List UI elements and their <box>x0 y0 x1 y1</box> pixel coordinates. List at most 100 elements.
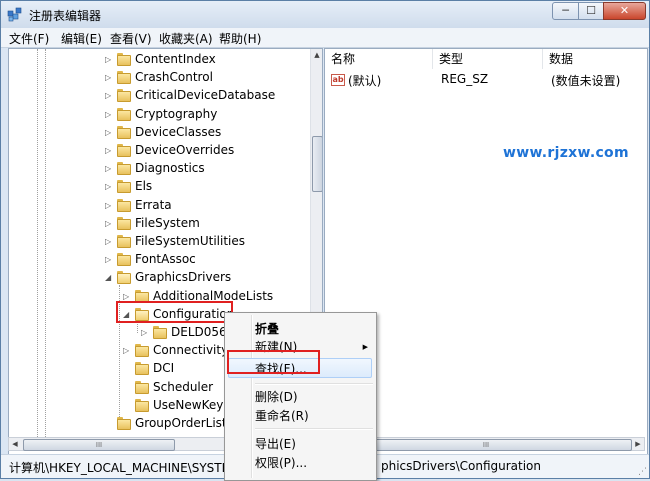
tree-item-label: DeviceOverrides <box>135 143 235 157</box>
menu-delete[interactable]: 删除(D) <box>255 388 298 405</box>
menu-separator <box>255 428 373 430</box>
expanded-arrow-icon[interactable]: ◢ <box>105 273 113 282</box>
value-name[interactable]: (默认) <box>348 72 381 89</box>
folder-icon <box>117 417 131 430</box>
expand-arrow-icon[interactable]: ▷ <box>105 55 113 64</box>
expand-arrow-icon[interactable]: ▷ <box>105 237 113 246</box>
tree-item-label: Els <box>135 179 153 194</box>
close-icon: ✕ <box>619 4 630 17</box>
menu-rename[interactable]: 重命名(R) <box>255 407 309 424</box>
tree-item[interactable]: ▷ Els <box>9 178 309 196</box>
tree-item-label: DCI <box>153 361 175 376</box>
folder-icon <box>117 125 131 139</box>
scroll-left-arrow-icon[interactable]: ◀ <box>9 438 21 450</box>
tree-item[interactable]: ▷ CrashControl <box>9 69 309 87</box>
scroll-up-arrow-icon[interactable]: ▲ <box>311 49 322 61</box>
menu-file[interactable]: 文件(F) <box>9 30 49 47</box>
expand-arrow-icon[interactable]: ▷ <box>105 255 113 264</box>
hscroll-thumb[interactable]: III <box>340 439 632 451</box>
menu-export[interactable]: 导出(E) <box>255 435 296 452</box>
folder-icon <box>135 398 149 412</box>
folder-icon <box>117 235 131 248</box>
menu-permissions[interactable]: 权限(P)... <box>255 454 307 471</box>
expand-arrow-icon[interactable]: ▷ <box>105 110 113 119</box>
tree-item-label: Scheduler <box>153 379 214 394</box>
scroll-right-arrow-icon[interactable]: ▶ <box>632 438 644 450</box>
menu-help[interactable]: 帮助(H) <box>219 30 261 47</box>
expand-arrow-icon[interactable]: ▷ <box>105 146 113 155</box>
scroll-thumb[interactable] <box>312 136 322 192</box>
menu-separator <box>255 383 373 385</box>
tree-item-label: FileSystem <box>135 215 200 230</box>
tree-item-label: UseNewKey <box>153 397 224 412</box>
tree-item[interactable]: ◢ GraphicsDrivers <box>9 269 309 287</box>
maximize-button[interactable]: ☐ <box>578 2 604 20</box>
highlight-find <box>227 350 320 374</box>
menu-favorites[interactable]: 收藏夹(A) <box>159 30 213 47</box>
folder-icon <box>117 144 131 157</box>
resize-grip-icon[interactable]: ⋰ <box>638 467 647 477</box>
folder-icon <box>135 344 149 358</box>
menu-collapse[interactable]: 折叠 <box>255 320 279 337</box>
highlight-configuration <box>116 301 233 323</box>
expand-arrow-icon[interactable]: ▷ <box>105 164 113 173</box>
column-header-type[interactable]: 类型 <box>433 49 543 69</box>
folder-icon <box>117 216 131 230</box>
folder-icon <box>117 253 131 267</box>
expand-arrow-icon[interactable]: ▷ <box>105 128 113 137</box>
tree-item-label: FileSystemUtilities <box>135 234 245 248</box>
tree-item-label: CrashControl <box>135 70 213 85</box>
column-header-name[interactable]: 名称 <box>325 49 433 69</box>
tree-item[interactable]: ▷ FileSystemUtilities <box>9 233 309 251</box>
folder-icon <box>135 362 149 376</box>
folder-icon <box>135 380 149 394</box>
expand-arrow-icon[interactable]: ▷ <box>141 328 149 337</box>
menu-edit[interactable]: 编辑(E) <box>61 30 102 47</box>
string-value-icon: ab <box>331 74 345 86</box>
menu-view[interactable]: 查看(V) <box>110 30 152 47</box>
tree-item-label: GroupOrderList <box>135 416 227 430</box>
window-title: 注册表编辑器 <box>29 9 102 23</box>
expand-arrow-icon[interactable]: ▷ <box>123 292 131 301</box>
expand-arrow-icon[interactable]: ▷ <box>105 91 113 100</box>
site-watermark: www.rjzxw.com <box>503 145 629 161</box>
folder-icon <box>117 162 131 176</box>
menu-bar: 文件(F) 编辑(E) 查看(V) 收藏夹(A) 帮助(H) <box>1 28 649 48</box>
folder-icon <box>117 198 131 212</box>
tree-item-label: CriticalDeviceDatabase <box>135 88 276 103</box>
hscroll-thumb[interactable]: III <box>23 439 175 451</box>
folder-icon <box>117 271 131 285</box>
tree-item-label: Connectivity <box>153 343 229 358</box>
minimize-icon: ─ <box>562 4 569 17</box>
tree-item-label: FontAssoc <box>135 252 196 267</box>
status-path: 计算机\HKEY_LOCAL_MACHINE\SYSTEM\ <box>9 461 244 475</box>
tree-item[interactable]: ▷ Errata <box>9 197 309 215</box>
maximize-icon: ☐ <box>586 4 596 17</box>
title-bar: 注册表编辑器 ─ ☐ ✕ <box>1 1 649 28</box>
column-header-data[interactable]: 数据 <box>543 49 647 69</box>
expand-arrow-icon[interactable]: ▷ <box>105 219 113 228</box>
expand-arrow-icon[interactable]: ▷ <box>105 73 113 82</box>
tree-item[interactable]: ▷ FileSystem <box>9 215 309 233</box>
tree-item[interactable]: ▷ FontAssoc <box>9 251 309 269</box>
folder-icon <box>117 89 131 103</box>
tree-item[interactable]: ▷ Cryptography <box>9 106 309 124</box>
close-button[interactable]: ✕ <box>603 2 646 20</box>
folder-icon <box>117 180 131 194</box>
tree-item-label: GraphicsDrivers <box>135 270 232 285</box>
tree-item[interactable]: ▷ CriticalDeviceDatabase <box>9 87 309 105</box>
tree-item-label: Errata <box>135 197 172 212</box>
expand-arrow-icon[interactable]: ▷ <box>105 182 113 191</box>
tree-item-label: ContentIndex <box>135 52 216 66</box>
expand-arrow-icon[interactable]: ▷ <box>123 346 131 355</box>
status-path-tail: phicsDrivers\Configuration <box>381 459 542 473</box>
tree-item[interactable]: ▷ DeviceOverrides <box>9 142 309 160</box>
tree-item[interactable]: ▷ Diagnostics <box>9 160 309 178</box>
minimize-button[interactable]: ─ <box>552 2 579 20</box>
tree-item[interactable]: ▷ ContentIndex <box>9 51 309 69</box>
folder-icon <box>117 71 131 85</box>
expand-arrow-icon[interactable]: ▷ <box>105 201 113 210</box>
value-type: REG_SZ <box>441 72 489 86</box>
tree-item-label: Cryptography <box>135 106 218 121</box>
tree-item[interactable]: ▷ DeviceClasses <box>9 124 309 142</box>
